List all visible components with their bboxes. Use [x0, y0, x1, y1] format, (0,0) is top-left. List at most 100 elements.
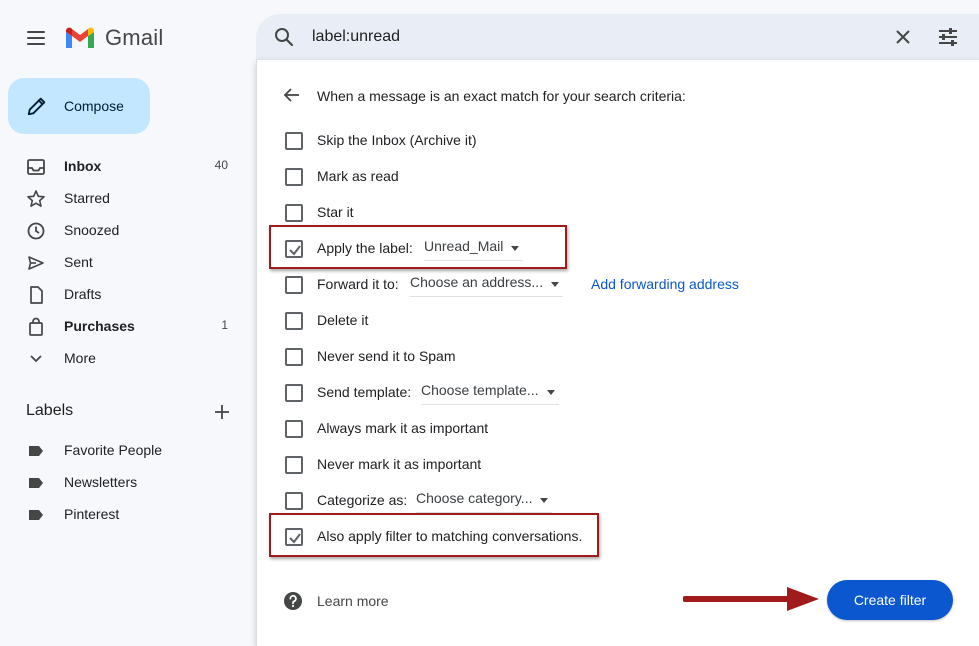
search-input[interactable]: label:unread [312, 28, 400, 46]
star-checkbox[interactable] [285, 204, 303, 222]
inbox-icon [27, 159, 45, 175]
option-label: Also apply filter to matching conversati… [317, 528, 583, 544]
never-important-checkbox[interactable] [285, 456, 303, 474]
sidebar-item-purchases[interactable]: Purchases 1 [0, 310, 240, 342]
filter-option-apply-label: Apply the label: Unread_Mail [257, 234, 857, 262]
help-circle-icon [284, 592, 302, 610]
label-tag-icon [29, 478, 43, 488]
option-label: Never send it to Spam [317, 348, 456, 364]
sidebar-label-favorite-people[interactable]: Favorite People [0, 434, 240, 466]
filter-criteria-heading: When a message is an exact match for you… [317, 88, 686, 104]
label-name: Favorite People [64, 442, 163, 458]
category-dropdown[interactable]: Choose category... [416, 490, 553, 513]
sidebar-item-starred[interactable]: Starred [0, 182, 240, 214]
option-label: Categorize as: [317, 492, 408, 508]
gmail-app: Gmail label:unread Compose Inbox 40 Star… [0, 0, 979, 646]
sidebar-item-label: More [64, 350, 96, 366]
selected-address: Choose an address... [410, 274, 544, 290]
sidebar-item-label: Drafts [64, 286, 102, 302]
add-forwarding-address-link[interactable]: Add forwarding address [591, 276, 739, 292]
label-select-dropdown[interactable]: Unread_Mail [424, 238, 524, 261]
dropdown-caret-icon [546, 390, 555, 395]
option-label: Always mark it as important [317, 420, 489, 436]
shopping-bag-icon [29, 317, 43, 336]
send-template-checkbox[interactable] [285, 384, 303, 402]
option-label: Mark as read [317, 168, 399, 184]
unread-count: 40 [214, 158, 228, 172]
delete-checkbox[interactable] [285, 312, 303, 330]
apply-to-existing-checkbox[interactable] [285, 528, 303, 546]
always-important-checkbox[interactable] [285, 420, 303, 438]
annotation-arrow-icon [683, 587, 819, 611]
search-icon[interactable] [272, 25, 296, 49]
sidebar-label-pinterest[interactable]: Pinterest [0, 498, 240, 530]
filter-option-never-important: Never mark it as important [257, 450, 857, 478]
learn-more-link[interactable]: Learn more [317, 593, 389, 609]
gmail-logo[interactable]: Gmail [64, 25, 163, 51]
sidebar-item-label: Starred [64, 190, 110, 206]
create-filter-panel: When a message is an exact match for you… [256, 60, 979, 646]
create-filter-button[interactable]: Create filter [827, 580, 953, 620]
label-name: Pinterest [64, 506, 120, 522]
filter-option-delete: Delete it [257, 306, 857, 334]
mark-read-checkbox[interactable] [285, 168, 303, 186]
filter-option-always-important: Always mark it as important [257, 414, 857, 442]
option-label: Forward it to: [317, 276, 399, 292]
selected-category: Choose category... [416, 490, 533, 506]
never-spam-checkbox[interactable] [285, 348, 303, 366]
filter-option-skip-inbox: Skip the Inbox (Archive it) [257, 126, 857, 154]
hamburger-icon-bar [27, 31, 45, 33]
dropdown-caret-icon [511, 246, 520, 251]
app-name: Gmail [105, 25, 164, 50]
sidebar-item-inbox[interactable]: Inbox 40 [0, 150, 240, 182]
hamburger-icon-bar [27, 43, 45, 45]
hamburger-icon-bar [27, 37, 45, 39]
filter-option-never-spam: Never send it to Spam [257, 342, 857, 370]
option-label: Delete it [317, 312, 369, 328]
filter-option-categorize: Categorize as: Choose category... [257, 486, 857, 514]
search-bar[interactable]: label:unread [256, 14, 979, 60]
gmail-m-icon [66, 27, 94, 48]
label-tag-icon [29, 446, 43, 456]
sidebar-item-label: Inbox [64, 158, 102, 174]
categorize-checkbox[interactable] [285, 492, 303, 510]
option-label: Skip the Inbox (Archive it) [317, 132, 477, 148]
filter-option-send-template: Send template: Choose template... [257, 378, 857, 406]
apply-label-checkbox[interactable] [285, 240, 303, 258]
option-label: Star it [317, 204, 354, 220]
option-label: Send template: [317, 384, 412, 400]
sidebar-item-label: Snoozed [64, 222, 120, 238]
sidebar-item-sent[interactable]: Sent [0, 246, 240, 278]
search-options-icon[interactable] [936, 25, 960, 49]
sidebar-item-drafts[interactable]: Drafts [0, 278, 240, 310]
filter-option-star: Star it [257, 198, 857, 226]
option-label: Never mark it as important [317, 456, 482, 472]
background-list-edge [975, 60, 979, 646]
clear-search-icon[interactable] [891, 25, 915, 49]
chevron-down-icon [30, 355, 42, 363]
template-dropdown[interactable]: Choose template... [421, 382, 559, 405]
dropdown-caret-icon [540, 498, 549, 503]
skip-inbox-checkbox[interactable] [285, 132, 303, 150]
dropdown-caret-icon [551, 282, 560, 287]
label-name: Newsletters [64, 474, 138, 490]
filter-option-forward: Forward it to: Choose an address... Add … [257, 270, 857, 298]
sidebar-item-label: Purchases [64, 318, 135, 334]
sidebar-item-more[interactable]: More [0, 342, 240, 374]
compose-label: Compose [64, 98, 124, 114]
forward-address-dropdown[interactable]: Choose an address... [410, 274, 564, 297]
compose-button[interactable]: Compose [8, 78, 150, 134]
forward-checkbox[interactable] [285, 276, 303, 294]
add-label-icon[interactable] [212, 402, 232, 422]
label-tag-icon [29, 510, 43, 520]
option-label: Apply the label: [317, 240, 413, 256]
pencil-icon [27, 97, 46, 116]
labels-heading: Labels [26, 402, 74, 419]
sidebar-item-snoozed[interactable]: Snoozed [0, 214, 240, 246]
sidebar-item-label: Sent [64, 254, 93, 270]
selected-template: Choose template... [421, 382, 539, 398]
sidebar-label-newsletters[interactable]: Newsletters [0, 466, 240, 498]
main-menu-button[interactable] [22, 24, 50, 52]
back-arrow-icon[interactable] [281, 84, 303, 106]
clock-icon [27, 222, 45, 240]
